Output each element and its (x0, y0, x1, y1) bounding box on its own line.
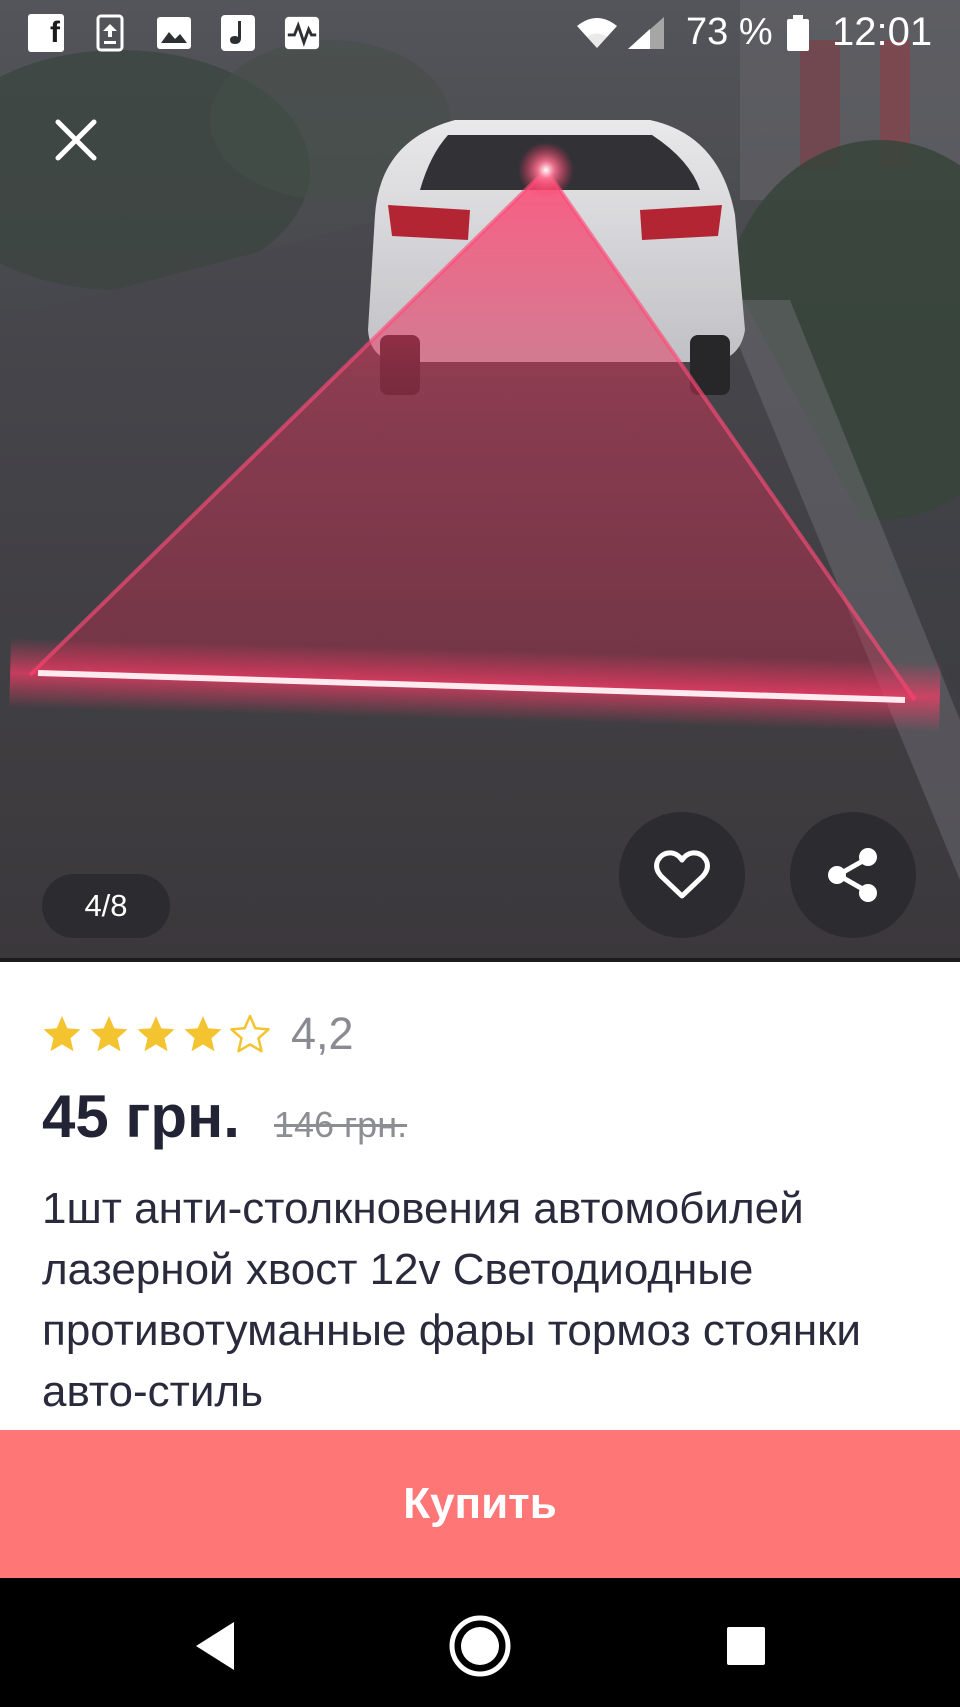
close-icon (55, 119, 97, 161)
music-icon (220, 14, 256, 52)
navigation-bar (0, 1578, 960, 1707)
share-button[interactable] (790, 812, 916, 938)
star-outline-icon (230, 1014, 270, 1053)
photo-border (0, 958, 960, 962)
favorite-button[interactable] (619, 812, 745, 938)
share-icon (828, 848, 877, 902)
recents-button[interactable] (706, 1606, 786, 1686)
star-filled-icon (90, 1016, 128, 1052)
activity-icon (284, 14, 320, 52)
clock: 12:01 (832, 10, 933, 54)
rating-value: 4,2 (291, 1008, 354, 1059)
star-filled-icon (137, 1016, 175, 1052)
old-price: 146 грн. (273, 1104, 408, 1145)
home-icon (449, 1615, 511, 1677)
rating-row: 4,2 (42, 1008, 354, 1060)
back-button[interactable] (174, 1606, 254, 1686)
product-title: 1шт анти-столкновения автомобилей лазерн… (42, 1184, 862, 1416)
recents-icon (727, 1627, 765, 1665)
product-image (0, 0, 960, 962)
star-filled-icon (184, 1016, 222, 1052)
price-row: 45 грн. 146 грн. (42, 1082, 407, 1154)
buy-button[interactable]: Купить (0, 1430, 960, 1578)
image-counter: 4/8 (42, 874, 170, 938)
status-bar: f 73 % 12:01 (0, 0, 960, 68)
heart-icon (654, 850, 710, 899)
home-button[interactable] (440, 1606, 520, 1686)
rating-stars (42, 1014, 277, 1054)
battery-percent: 73 % (686, 11, 773, 53)
back-icon (196, 1622, 234, 1670)
gallery-icon (156, 14, 192, 52)
current-price: 45 грн. (42, 1083, 240, 1150)
wifi-icon (576, 14, 618, 52)
star-filled-icon (43, 1016, 81, 1052)
facebook-icon: f (28, 14, 64, 52)
close-button[interactable] (48, 112, 104, 168)
signal-icon (626, 14, 666, 52)
upload-icon (92, 14, 128, 52)
battery-icon (786, 14, 810, 52)
product-photo[interactable] (0, 0, 960, 962)
